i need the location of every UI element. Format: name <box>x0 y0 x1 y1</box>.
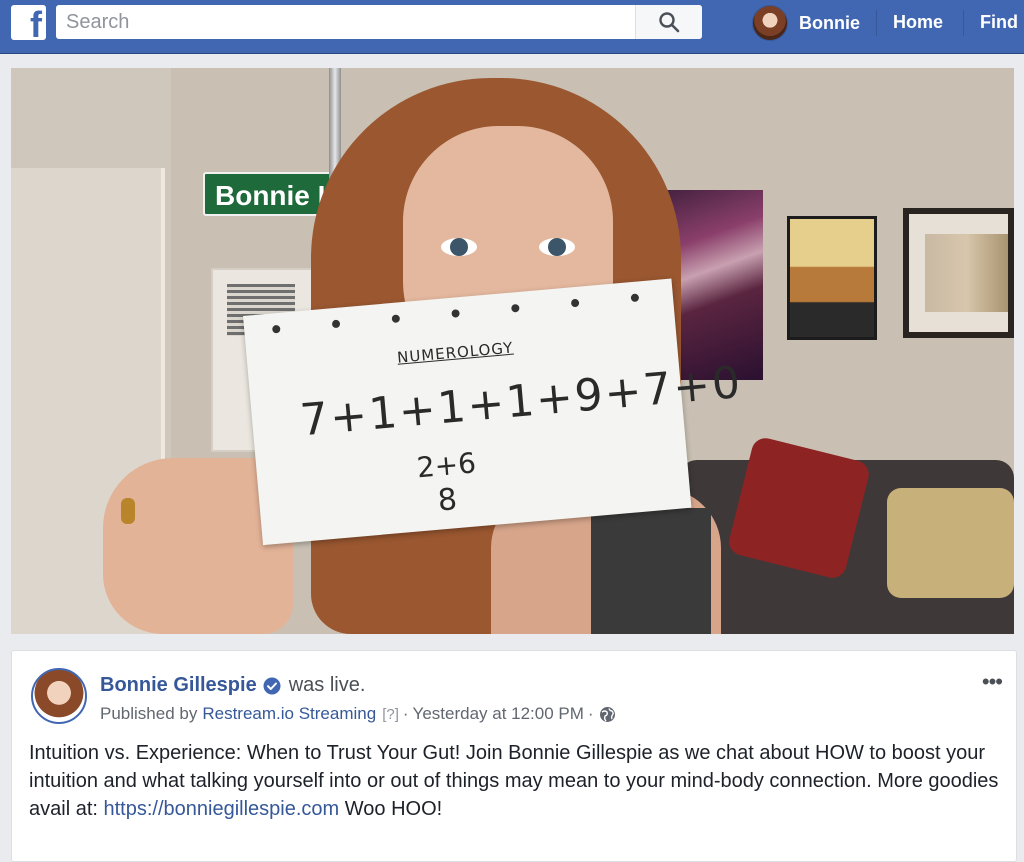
gold-pillow <box>887 488 1014 598</box>
paper-hole <box>331 319 341 329</box>
top-navigation-bar: f Bonnie Home Find <box>0 0 1024 54</box>
author-name-link[interactable]: Bonnie Gillespie <box>100 674 257 697</box>
verified-badge-icon <box>263 677 281 694</box>
picture-inner <box>925 234 1008 312</box>
paper-hole <box>570 298 580 308</box>
published-by-label: Published by <box>100 704 198 723</box>
more-options-button[interactable]: ••• <box>982 669 1003 695</box>
live-status: was live. <box>288 674 366 696</box>
left-eye <box>441 238 477 256</box>
find-friends-link[interactable]: Find <box>980 12 1018 33</box>
note-equation: 7+1+1+1+9+7+0 <box>298 356 745 447</box>
search-box <box>56 5 702 39</box>
help-marker[interactable]: [?] <box>382 706 399 723</box>
paper-hole <box>271 324 281 334</box>
note-title: NUMEROLOGY <box>396 338 515 367</box>
framed-poster <box>787 216 877 340</box>
avatar <box>752 5 788 41</box>
meta-separator: · <box>587 704 594 723</box>
author-avatar[interactable] <box>31 668 87 724</box>
post-body-text-end: Woo HOO! <box>339 798 443 820</box>
home-link[interactable]: Home <box>893 12 943 33</box>
framed-picture <box>903 208 1014 338</box>
post-body: Intuition vs. Experience: When to Trust … <box>29 739 1004 823</box>
post-timestamp[interactable]: Yesterday at 12:00 PM <box>413 704 584 724</box>
person-top <box>591 508 711 634</box>
nav-divider <box>963 10 964 36</box>
logo-glyph: f <box>30 5 42 40</box>
post-meta: Published by Restream.io Streaming [?] ·… <box>100 704 616 724</box>
paper-hole <box>391 314 401 324</box>
live-video-player[interactable]: Bonnie L NUMEROLOGY 7+1+1+1+9+7+0 2+6 8 <box>11 68 1014 634</box>
paper-hole <box>511 303 520 313</box>
paper-hole <box>630 293 640 303</box>
profile-link[interactable]: Bonnie <box>752 4 860 42</box>
ring <box>121 498 135 524</box>
note-sum: 2+6 <box>415 446 478 485</box>
globe-icon[interactable] <box>599 706 616 723</box>
meta-separator: · <box>402 704 409 723</box>
paper-hole <box>451 309 460 318</box>
post-card: Bonnie Gillespie was live. Published by … <box>11 650 1017 862</box>
post-header: Bonnie Gillespie was live. <box>100 674 365 697</box>
handwritten-note: NUMEROLOGY 7+1+1+1+9+7+0 2+6 8 <box>243 278 744 546</box>
search-button[interactable] <box>635 5 702 39</box>
note-result: 8 <box>436 482 459 519</box>
right-eye <box>539 238 575 256</box>
search-icon <box>659 12 680 33</box>
publisher-link[interactable]: Restream.io Streaming <box>202 704 376 724</box>
nav-divider <box>876 10 877 36</box>
search-input[interactable] <box>56 5 636 39</box>
profile-name: Bonnie <box>799 12 860 33</box>
website-link[interactable]: https://bonniegillespie.com <box>103 798 339 820</box>
facebook-logo-icon[interactable]: f <box>11 5 46 40</box>
